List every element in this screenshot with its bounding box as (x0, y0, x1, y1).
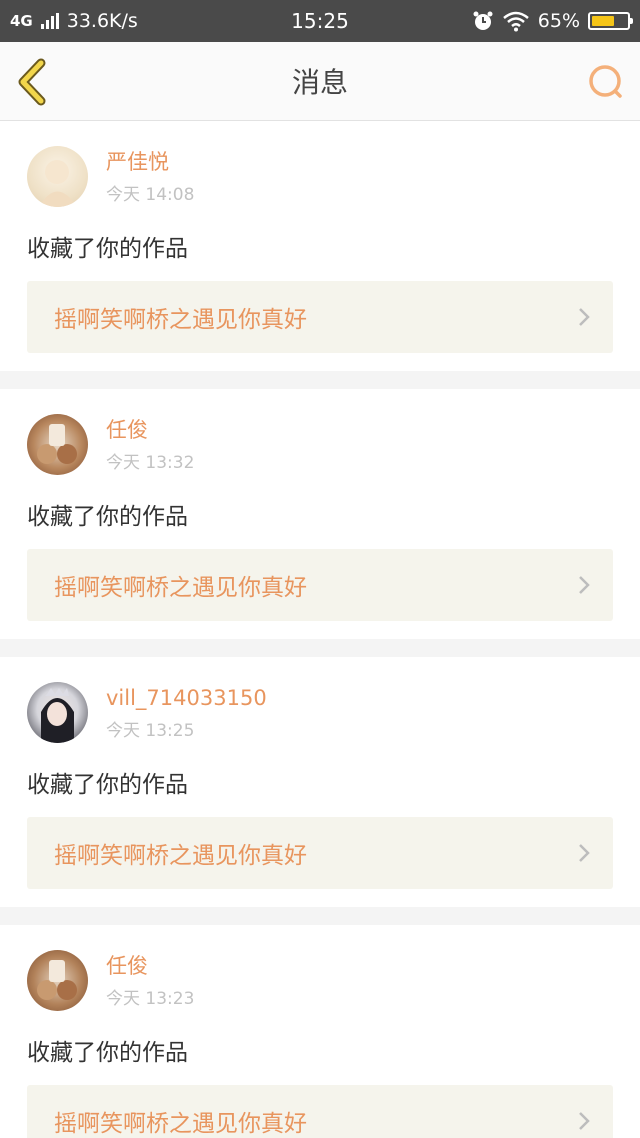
timestamp: 今天 13:23 (106, 989, 195, 1009)
username[interactable]: 严佳悦 (106, 148, 194, 176)
avatar[interactable] (27, 414, 88, 475)
username[interactable]: 任俊 (106, 416, 194, 444)
username[interactable]: vill_714033150 (106, 684, 267, 712)
avatar-image (41, 688, 74, 743)
battery-icon (588, 12, 633, 30)
username[interactable]: 任俊 (106, 952, 194, 980)
work-link[interactable]: 摇啊笑啊桥之遇见你真好 (27, 549, 613, 621)
message-card: 任俊 今天 13:32 收藏了你的作品 摇啊笑啊桥之遇见你真好 (0, 389, 640, 639)
status-bar: 4G 33.6K/s 15:25 65% (0, 0, 640, 42)
timestamp: 今天 14:08 (106, 185, 195, 205)
chevron-right-icon (579, 576, 590, 594)
message-list: 严佳悦 今天 14:08 收藏了你的作品 摇啊笑啊桥之遇见你真好 任俊 今天 1… (0, 121, 640, 1138)
timestamp: 今天 13:32 (106, 453, 195, 473)
avatar[interactable] (27, 146, 88, 207)
message-card: 严佳悦 今天 14:08 收藏了你的作品 摇啊笑啊桥之遇见你真好 (0, 121, 640, 371)
chevron-left-icon[interactable] (14, 58, 54, 106)
message-card: 任俊 今天 13:23 收藏了你的作品 摇啊笑啊桥之遇见你真好 (0, 925, 640, 1138)
chevron-right-icon (579, 844, 590, 862)
page-title: 消息 (291, 66, 348, 99)
search-icon[interactable] (586, 62, 626, 102)
avatar-image (37, 424, 77, 464)
work-title: 摇啊笑啊桥之遇见你真好 (54, 843, 307, 869)
action-text: 收藏了你的作品 (27, 504, 188, 530)
work-link[interactable]: 摇啊笑啊桥之遇见你真好 (27, 1085, 613, 1138)
network-speed: 33.6K/s (66, 10, 138, 32)
avatar[interactable] (27, 682, 88, 743)
timestamp: 今天 13:25 (106, 721, 195, 741)
alarm-icon (473, 11, 493, 30)
wifi-icon (502, 11, 529, 32)
work-link[interactable]: 摇啊笑啊桥之遇见你真好 (27, 817, 613, 889)
action-text: 收藏了你的作品 (27, 236, 188, 262)
work-title: 摇啊笑啊桥之遇见你真好 (54, 575, 307, 601)
work-title: 摇啊笑啊桥之遇见你真好 (54, 307, 307, 333)
nav-bar: 消息 (0, 42, 640, 121)
signal-icon (40, 13, 59, 29)
message-card: vill_714033150 今天 13:25 收藏了你的作品 摇啊笑啊桥之遇见… (0, 657, 640, 907)
avatar[interactable] (27, 950, 88, 1011)
avatar-image (37, 960, 77, 1000)
avatar-image (39, 160, 77, 207)
chevron-right-icon (579, 308, 590, 326)
work-title: 摇啊笑啊桥之遇见你真好 (54, 1111, 307, 1137)
work-link[interactable]: 摇啊笑啊桥之遇见你真好 (27, 281, 613, 353)
battery-percent: 65% (537, 10, 580, 32)
action-text: 收藏了你的作品 (27, 772, 188, 798)
chevron-right-icon (579, 1112, 590, 1130)
action-text: 收藏了你的作品 (27, 1040, 188, 1066)
network-type: 4G (10, 12, 33, 30)
